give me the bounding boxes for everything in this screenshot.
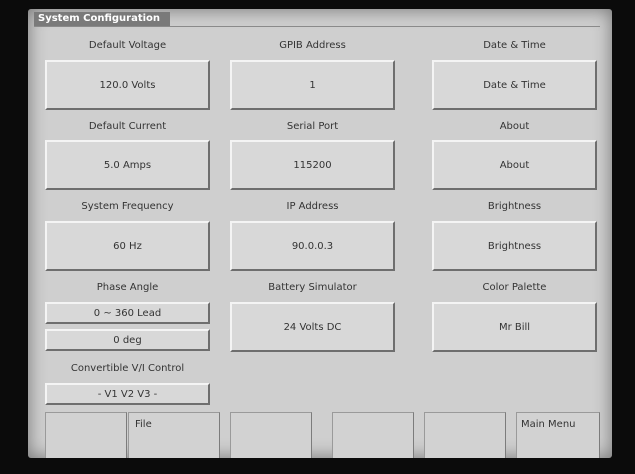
window-title: System Configuration — [34, 12, 170, 26]
phase-angle-label: Phase Angle — [96, 282, 159, 293]
function-key-3[interactable] — [230, 412, 312, 458]
function-key-1[interactable] — [45, 412, 127, 458]
about-label: About — [499, 121, 530, 132]
ip-address-label: IP Address — [286, 201, 339, 212]
date-time-button[interactable]: Date & Time — [432, 60, 597, 110]
ip-address-button[interactable]: 90.0.0.3 — [230, 221, 395, 271]
brightness-label: Brightness — [487, 201, 542, 212]
color-palette-label: Color Palette — [482, 282, 547, 293]
system-frequency-button[interactable]: 60 Hz — [45, 221, 210, 271]
phase-value-button[interactable]: 0 deg — [45, 329, 210, 351]
battery-simulator-label: Battery Simulator — [268, 282, 357, 293]
default-current-label: Default Current — [88, 121, 167, 132]
default-current-button[interactable]: 5.0 Amps — [45, 140, 210, 190]
system-frequency-label: System Frequency — [81, 201, 174, 212]
function-key-main-menu-label: Main Menu — [521, 419, 576, 430]
title-divider — [34, 26, 600, 27]
system-configuration-screen: System Configuration Default Voltage 120… — [28, 9, 612, 458]
brightness-button[interactable]: Brightness — [432, 221, 597, 271]
about-button[interactable]: About — [432, 140, 597, 190]
serial-port-label: Serial Port — [286, 121, 339, 132]
function-key-4[interactable] — [332, 412, 414, 458]
phase-mode-button[interactable]: 0 ~ 360 Lead — [45, 302, 210, 324]
gpib-address-label: GPIB Address — [279, 40, 346, 51]
color-palette-button[interactable]: Mr Bill — [432, 302, 597, 352]
function-key-file-label: File — [135, 419, 152, 430]
date-time-label: Date & Time — [483, 40, 546, 51]
function-key-main-menu[interactable]: Main Menu — [516, 412, 600, 458]
default-voltage-label: Default Voltage — [88, 40, 167, 51]
function-key-5[interactable] — [424, 412, 506, 458]
function-key-file[interactable]: File — [128, 412, 220, 458]
battery-simulator-button[interactable]: 24 Volts DC — [230, 302, 395, 352]
convertible-control-label: Convertible V/I Control — [70, 363, 185, 374]
convertible-control-button[interactable]: - V1 V2 V3 - — [45, 383, 210, 405]
serial-port-button[interactable]: 115200 — [230, 140, 395, 190]
gpib-address-button[interactable]: 1 — [230, 60, 395, 110]
default-voltage-button[interactable]: 120.0 Volts — [45, 60, 210, 110]
